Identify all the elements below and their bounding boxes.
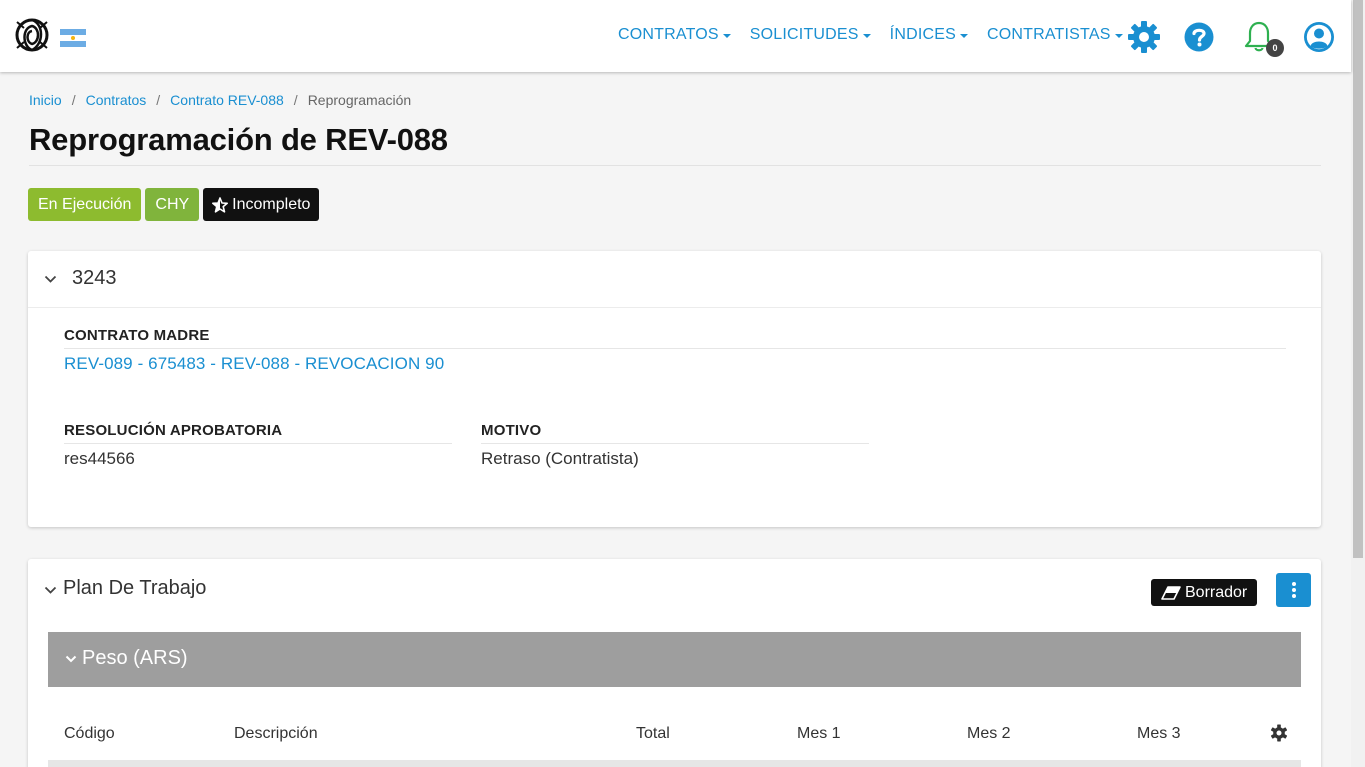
page-scrollbar[interactable] bbox=[1351, 0, 1365, 767]
column-header-mes-1[interactable]: Mes 1 bbox=[797, 725, 841, 743]
column-header-codigo[interactable]: Código bbox=[64, 725, 115, 743]
plan-table: Código Descripción Total Mes 1 Mes 2 Mes… bbox=[48, 687, 1301, 767]
chevron-down-icon[interactable] bbox=[65, 655, 77, 663]
status-badges: En Ejecución CHY Incompleto bbox=[28, 188, 320, 221]
motivo-value: Retraso (Contratista) bbox=[481, 449, 639, 468]
page-title: Reprogramación de REV-088 bbox=[29, 122, 448, 157]
column-header-mes-2[interactable]: Mes 2 bbox=[967, 725, 1011, 743]
plan-de-trabajo-title: Plan De Trabajo bbox=[63, 577, 207, 599]
status-badge: En Ejecución bbox=[28, 188, 142, 221]
draft-status-label: Borrador bbox=[1185, 583, 1248, 601]
caret-down-icon bbox=[722, 34, 731, 38]
notification-count-badge: 0 bbox=[1266, 39, 1284, 57]
plan-de-trabajo-card: Plan De Trabajo Borrador Peso (ARS) Códi… bbox=[28, 559, 1321, 767]
nav-contratos[interactable]: CONTRATOS bbox=[618, 26, 731, 44]
nav-solicitudes[interactable]: SOLICITUDES bbox=[750, 26, 871, 44]
completeness-badge: Incompleto bbox=[203, 188, 320, 221]
field-divider bbox=[481, 443, 869, 444]
star-half-icon bbox=[212, 196, 229, 213]
summary-card: 3243 CONTRATO MADRE REV-089 - 675483 - R… bbox=[28, 251, 1321, 527]
table-settings-gear-icon[interactable] bbox=[1270, 724, 1288, 742]
main-menu: CONTRATOS SOLICITUDES ÍNDICES CONTRATIST… bbox=[618, 26, 1142, 44]
caret-down-icon bbox=[959, 34, 968, 38]
nav-contratistas-label: CONTRATISTAS bbox=[986, 26, 1111, 43]
column-header-mes-3[interactable]: Mes 3 bbox=[1137, 725, 1181, 743]
top-navbar: CONTRATOS SOLICITUDES ÍNDICES CONTRATIST… bbox=[0, 0, 1351, 72]
column-header-total[interactable]: Total bbox=[636, 725, 670, 743]
summary-card-header[interactable]: 3243 bbox=[28, 251, 1321, 308]
title-divider bbox=[29, 165, 1321, 166]
more-options-button[interactable] bbox=[1276, 573, 1311, 607]
contrato-madre-link[interactable]: REV-089 - 675483 - REV-088 - REVOCACION … bbox=[64, 354, 444, 374]
resolucion-label: RESOLUCIÓN APROBATORIA bbox=[64, 422, 283, 439]
nav-indices-label: ÍNDICES bbox=[889, 26, 956, 43]
vertical-ellipsis-icon bbox=[1291, 582, 1296, 598]
breadcrumb-separator: / bbox=[156, 92, 161, 108]
table-row-strip bbox=[48, 760, 1301, 767]
motivo-label: MOTIVO bbox=[481, 422, 542, 439]
breadcrumb-separator: / bbox=[293, 92, 298, 108]
breadcrumb-contrato[interactable]: Contrato REV-088 bbox=[170, 92, 284, 108]
nav-contratos-label: CONTRATOS bbox=[618, 26, 719, 43]
summary-card-title: 3243 bbox=[72, 267, 117, 289]
nav-indices[interactable]: ÍNDICES bbox=[890, 26, 968, 44]
chevron-down-icon[interactable] bbox=[44, 275, 57, 284]
eraser-icon bbox=[1161, 585, 1181, 600]
gear-icon[interactable] bbox=[1127, 20, 1161, 54]
breadcrumb-current: Reprogramación bbox=[307, 92, 412, 108]
draft-status-button[interactable]: Borrador bbox=[1151, 579, 1258, 606]
peso-ars-section-header[interactable]: Peso (ARS) bbox=[48, 632, 1301, 687]
resolucion-value: res44566 bbox=[64, 449, 135, 468]
caret-down-icon bbox=[1114, 34, 1123, 38]
chevron-down-icon[interactable] bbox=[44, 586, 57, 595]
currency-badge: CHY bbox=[145, 188, 200, 221]
scrollbar-thumb[interactable] bbox=[1353, 0, 1363, 558]
peso-ars-section-title: Peso (ARS) bbox=[82, 647, 188, 669]
field-divider bbox=[64, 443, 452, 444]
argentina-flag-icon bbox=[60, 29, 86, 47]
nav-contratistas[interactable]: CONTRATISTAS bbox=[987, 26, 1123, 44]
breadcrumb-separator: / bbox=[71, 92, 76, 108]
column-header-descripcion[interactable]: Descripción bbox=[234, 725, 318, 743]
nav-solicitudes-label: SOLICITUDES bbox=[749, 26, 859, 43]
breadcrumb-contratos[interactable]: Contratos bbox=[86, 92, 147, 108]
field-divider bbox=[64, 348, 1286, 349]
breadcrumb-inicio[interactable]: Inicio bbox=[29, 92, 62, 108]
breadcrumb: Inicio / Contratos / Contrato REV-088 / … bbox=[29, 92, 411, 108]
logo-icon[interactable] bbox=[14, 16, 50, 54]
caret-down-icon bbox=[862, 34, 871, 38]
completeness-label: Incompleto bbox=[232, 195, 311, 213]
user-icon[interactable] bbox=[1302, 20, 1336, 54]
contrato-madre-label: CONTRATO MADRE bbox=[64, 327, 210, 344]
help-icon[interactable] bbox=[1182, 20, 1216, 54]
